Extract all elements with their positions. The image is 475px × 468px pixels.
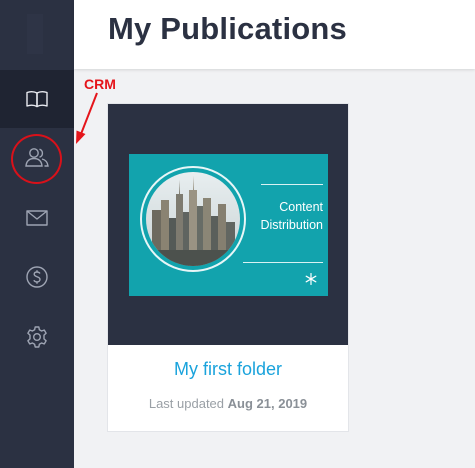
gear-icon [25, 325, 49, 349]
dollar-circle-icon [25, 265, 49, 289]
crm-highlight-circle [11, 134, 62, 184]
folder-name-link[interactable]: My first folder [108, 359, 348, 380]
page-title: My Publications [108, 11, 347, 46]
folder-updated: Last updated Aug 21, 2019 [108, 396, 348, 411]
sidebar-item-mail[interactable] [0, 189, 74, 247]
sidebar-item-billing[interactable] [0, 248, 74, 306]
envelope-icon [25, 209, 49, 227]
folder-card[interactable]: Content Distribution My first folder Las… [107, 103, 349, 432]
book-icon [25, 89, 49, 109]
annotation-arrow-icon [72, 90, 102, 151]
folder-cover: Content Distribution [108, 104, 348, 345]
thumbnail-city-photo [140, 166, 246, 272]
sidebar-item-settings[interactable] [0, 308, 74, 366]
thumbnail-rule-bottom [243, 262, 323, 263]
logo-placeholder [27, 14, 43, 54]
folder-thumbnail: Content Distribution [129, 154, 328, 296]
page-header: My Publications [74, 0, 475, 69]
snowflake-icon [305, 272, 317, 290]
thumbnail-title: Content Distribution [260, 200, 323, 232]
thumbnail-rule-top [261, 184, 323, 185]
sidebar-item-publications[interactable] [0, 70, 74, 128]
sidebar [0, 0, 74, 468]
updated-label: Last updated [148, 396, 225, 411]
updated-date: Aug 21, 2019 [227, 396, 308, 411]
